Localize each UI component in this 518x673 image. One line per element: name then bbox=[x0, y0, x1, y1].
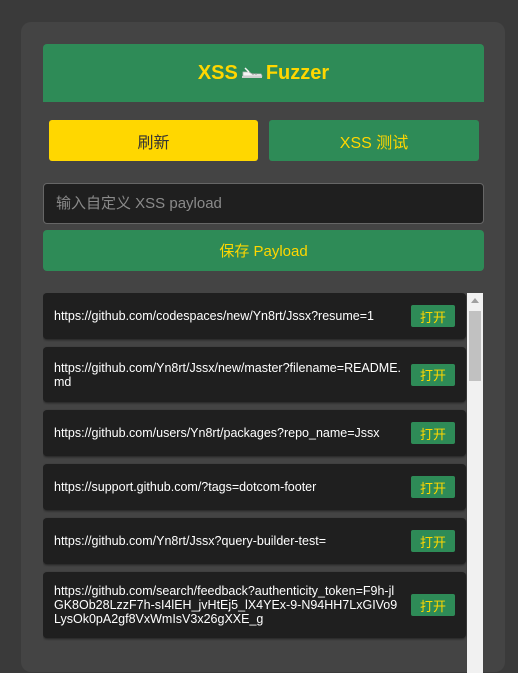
app-title-right: Fuzzer bbox=[265, 61, 330, 84]
open-url-button[interactable]: 打开 bbox=[411, 530, 455, 552]
open-url-button[interactable]: 打开 bbox=[411, 363, 455, 386]
refresh-button[interactable]: 刷新 bbox=[49, 120, 258, 161]
url-list-item: https://github.com/Yn8rt/Jssx?query-buil… bbox=[43, 518, 466, 564]
shoe-icon bbox=[240, 61, 264, 81]
open-url-button[interactable]: 打开 bbox=[411, 594, 455, 616]
open-url-button[interactable]: 打开 bbox=[411, 305, 455, 327]
open-url-button[interactable]: 打开 bbox=[411, 476, 455, 498]
open-url-button[interactable]: 打开 bbox=[411, 422, 455, 444]
url-list-area: https://github.com/codespaces/new/Yn8rt/… bbox=[43, 293, 484, 673]
list-scrollbar[interactable] bbox=[467, 293, 483, 673]
url-text: https://github.com/Yn8rt/Jssx?query-buil… bbox=[54, 534, 327, 548]
scrollbar-thumb[interactable] bbox=[469, 311, 481, 381]
url-list-item: https://support.github.com/?tags=dotcom-… bbox=[43, 464, 466, 510]
fuzzer-panel: XSS Fuzzer 刷新 XSS 测试 保存 Payload https://… bbox=[21, 22, 505, 673]
xss-test-button[interactable]: XSS 测试 bbox=[269, 120, 479, 161]
url-list-item: https://github.com/search/feedback?authe… bbox=[43, 572, 466, 638]
url-list-item: https://github.com/codespaces/new/Yn8rt/… bbox=[43, 293, 466, 339]
url-text: https://support.github.com/?tags=dotcom-… bbox=[54, 480, 317, 494]
url-text: https://github.com/Yn8rt/Jssx/new/master… bbox=[54, 360, 402, 389]
scroll-up-icon[interactable] bbox=[471, 298, 479, 303]
save-payload-button[interactable]: 保存 Payload bbox=[43, 230, 484, 271]
app-header: XSS Fuzzer bbox=[43, 44, 484, 102]
action-row: 刷新 XSS 测试 bbox=[49, 120, 479, 162]
url-list-item: https://github.com/Yn8rt/Jssx/new/master… bbox=[43, 347, 466, 402]
url-list: https://github.com/codespaces/new/Yn8rt/… bbox=[43, 293, 466, 646]
url-text: https://github.com/codespaces/new/Yn8rt/… bbox=[54, 309, 374, 323]
url-list-item: https://github.com/users/Yn8rt/packages?… bbox=[43, 410, 466, 456]
url-text: https://github.com/search/feedback?authe… bbox=[54, 584, 398, 626]
payload-input[interactable] bbox=[43, 183, 484, 224]
url-text: https://github.com/users/Yn8rt/packages?… bbox=[54, 426, 380, 440]
app-title-left: XSS bbox=[197, 61, 238, 84]
